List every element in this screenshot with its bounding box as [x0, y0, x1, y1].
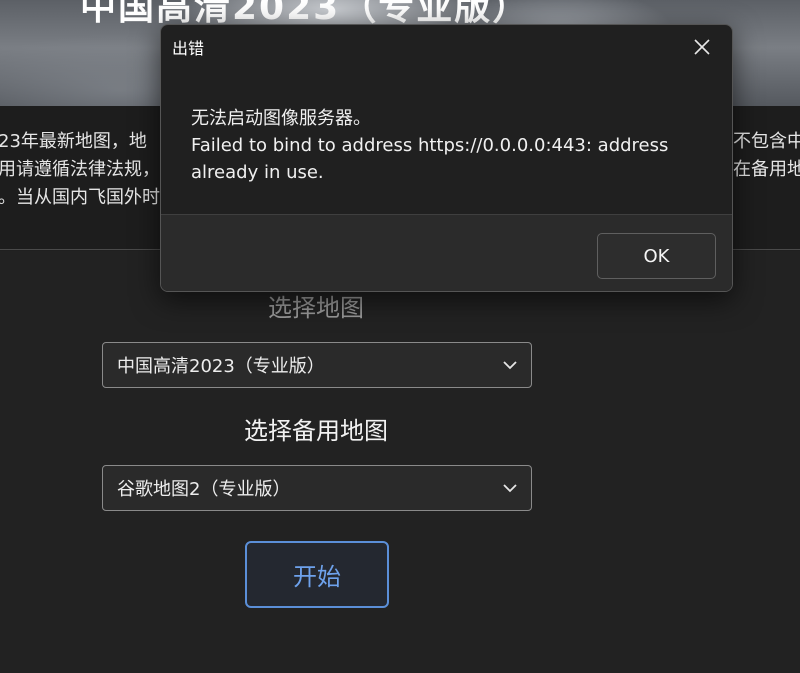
- dialog-message-line: Failed to bind to address https://0.0.0.…: [191, 135, 669, 156]
- error-dialog: 出错 无法启动图像服务器。 Failed to bind to address …: [160, 24, 733, 292]
- dialog-message: 无法启动图像服务器。 Failed to bind to address htt…: [161, 69, 732, 214]
- description-line-3: 。当从国内飞国外时: [0, 187, 160, 208]
- close-icon[interactable]: [692, 37, 712, 57]
- map-select-label: 选择地图: [268, 294, 364, 322]
- description-line-2: 用请遵循法律法规，: [0, 159, 160, 180]
- description-line-1-right: 不包含中: [733, 131, 800, 152]
- description-line-1: 23年最新地图，地: [0, 131, 147, 152]
- dialog-titlebar: 出错: [161, 25, 732, 69]
- chevron-down-icon: [503, 484, 517, 493]
- dialog-footer: OK: [161, 214, 732, 291]
- backup-map-select[interactable]: 谷歌地图2（专业版）: [102, 465, 532, 511]
- dialog-title: 出错: [172, 39, 205, 58]
- map-select[interactable]: 中国高清2023（专业版）: [102, 342, 532, 388]
- backup-map-select-value: 谷歌地图2（专业版）: [117, 479, 291, 500]
- start-button[interactable]: 开始: [245, 541, 389, 608]
- chevron-down-icon: [503, 361, 517, 370]
- map-select-value: 中国高清2023（专业版）: [117, 356, 325, 377]
- backup-map-select-label: 选择备用地图: [244, 417, 388, 445]
- dialog-message-line: 无法启动图像服务器。: [191, 108, 371, 129]
- description-line-2-right: 在备用地: [733, 159, 800, 180]
- dialog-message-line: already in use.: [191, 162, 324, 183]
- ok-button[interactable]: OK: [597, 233, 716, 279]
